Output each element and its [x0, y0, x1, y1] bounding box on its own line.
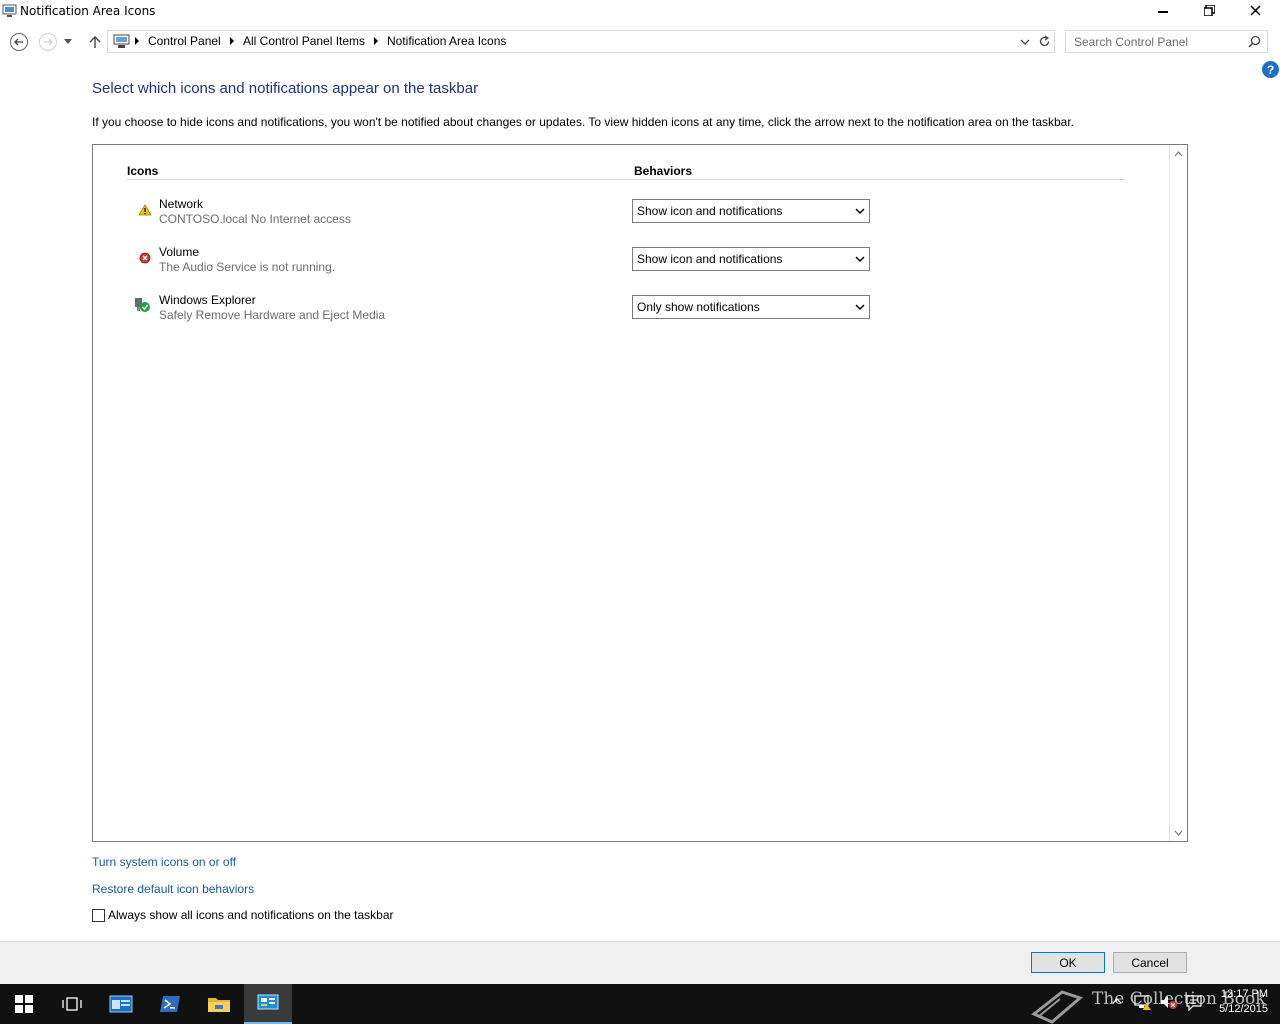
breadcrumb-control-panel[interactable]: Control Panel [148, 34, 221, 48]
cancel-button[interactable]: Cancel [1113, 952, 1187, 973]
breadcrumb-all-items[interactable]: All Control Panel Items [243, 34, 365, 48]
back-arrow-icon [10, 33, 28, 51]
vertical-scrollbar[interactable] [1169, 145, 1187, 841]
list-item: Windows Explorer Safely Remove Hardware … [93, 293, 1163, 333]
restore-icon [1203, 4, 1215, 16]
ok-button[interactable]: OK [1031, 952, 1105, 973]
refresh-icon[interactable] [1038, 35, 1051, 48]
start-button[interactable] [0, 984, 48, 1024]
chevron-down-icon [855, 304, 865, 311]
chevron-down-icon [1174, 830, 1183, 836]
scroll-down-button[interactable] [1170, 824, 1187, 841]
breadcrumb-current[interactable]: Notification Area Icons [387, 34, 506, 48]
forward-arrow-icon [39, 33, 57, 51]
up-arrow-icon [89, 36, 101, 48]
header-divider [127, 179, 1125, 180]
file-explorer-button[interactable] [195, 984, 243, 1024]
task-view-button[interactable] [48, 984, 96, 1024]
breadcrumb-separator-icon [135, 37, 139, 45]
chevron-down-icon [855, 256, 865, 263]
turn-system-icons-link[interactable]: Turn system icons on or off [92, 855, 236, 869]
clock-time: 12:17 PM [1220, 988, 1268, 1000]
behavior-value: Show icon and notifications [637, 252, 783, 266]
show-hidden-icons-icon[interactable] [1112, 996, 1122, 1006]
navigation-bar: Control Panel All Control Panel Items No… [0, 23, 1280, 59]
network-warning-icon [138, 204, 152, 216]
close-button[interactable] [1232, 0, 1278, 20]
breadcrumb-separator-icon [374, 37, 378, 45]
item-description: CONTOSO.local No Internet access [159, 212, 351, 226]
back-button[interactable] [8, 31, 30, 53]
always-show-label: Always show all icons and notifications … [108, 908, 394, 922]
forward-button[interactable] [37, 31, 59, 53]
chevron-down-icon [855, 208, 865, 215]
restore-defaults-link[interactable]: Restore default icon behaviors [92, 882, 254, 896]
item-description: The Audio Service is not running. [159, 260, 336, 274]
control-panel-icon [2, 4, 17, 17]
behavior-select[interactable]: Show icon and notifications [632, 199, 870, 223]
dialog-button-band: OK Cancel [0, 941, 1280, 984]
computer-icon [113, 34, 130, 48]
scroll-up-button[interactable] [1170, 145, 1187, 162]
search-placeholder: Search Control Panel [1074, 35, 1189, 49]
taskbar-clock[interactable]: 12:17 PM 5/12/2015 [1210, 987, 1268, 1017]
action-center-icon[interactable] [1186, 995, 1202, 1011]
item-name: Windows Explorer [159, 293, 256, 307]
powershell-icon [160, 996, 180, 1012]
close-icon [1249, 4, 1261, 16]
network-tray-icon[interactable] [1134, 994, 1152, 1010]
chevron-down-icon [64, 39, 72, 44]
taskbar: The Collection Book 12:17 PM 5/12/2015 [0, 984, 1280, 1024]
page-title: Select which icons and notifications app… [92, 80, 479, 97]
folder-icon [208, 998, 230, 1012]
control-panel-taskbar-button[interactable] [244, 984, 292, 1024]
task-view-icon [62, 997, 82, 1011]
clock-date: 5/12/2015 [1219, 1003, 1268, 1015]
behavior-value: Only show notifications [637, 300, 760, 314]
behaviors-column-header: Behaviors [634, 164, 693, 178]
server-manager-icon [109, 995, 133, 1013]
volume-error-icon [139, 252, 151, 264]
control-panel-icon [257, 994, 279, 1010]
behavior-select[interactable]: Show icon and notifications [632, 247, 870, 271]
minimize-icon [1158, 11, 1168, 13]
address-bar[interactable]: Control Panel All Control Panel Items No… [107, 30, 1055, 53]
breadcrumb-separator-icon [230, 37, 234, 45]
minimize-button[interactable] [1140, 0, 1186, 20]
address-dropdown-icon[interactable] [1020, 39, 1030, 46]
always-show-checkbox[interactable] [92, 909, 105, 922]
help-icon[interactable]: ? [1262, 61, 1279, 78]
icons-column-header: Icons [127, 164, 159, 178]
list-item: Network CONTOSO.local No Internet access… [93, 197, 1163, 237]
chevron-up-icon [1174, 150, 1183, 156]
list-item: Volume The Audio Service is not running.… [93, 245, 1163, 285]
search-input[interactable]: Search Control Panel [1065, 30, 1268, 53]
watermark-book-logo [1031, 990, 1083, 1024]
item-name: Network [159, 197, 204, 211]
behavior-select[interactable]: Only show notifications [632, 295, 870, 319]
window-title: Notification Area Icons [20, 4, 156, 18]
search-icon[interactable] [1248, 35, 1261, 48]
windows-logo-icon [15, 995, 33, 1013]
recent-locations-button[interactable] [61, 31, 75, 53]
server-manager-button[interactable] [97, 984, 145, 1024]
safely-remove-hardware-icon [135, 298, 150, 312]
intro-text: If you choose to hide icons and notifica… [92, 115, 1075, 129]
behavior-value: Show icon and notifications [637, 204, 783, 218]
title-bar: Notification Area Icons [0, 0, 1280, 23]
restore-button[interactable] [1186, 0, 1232, 20]
item-name: Volume [159, 245, 200, 259]
item-description: Safely Remove Hardware and Eject Media [159, 308, 386, 322]
icons-behaviors-list: Icons Behaviors Network CONTOSO.local No… [92, 144, 1188, 842]
up-button[interactable] [84, 31, 106, 53]
powershell-button[interactable] [146, 984, 194, 1024]
volume-tray-icon[interactable] [1160, 994, 1178, 1010]
